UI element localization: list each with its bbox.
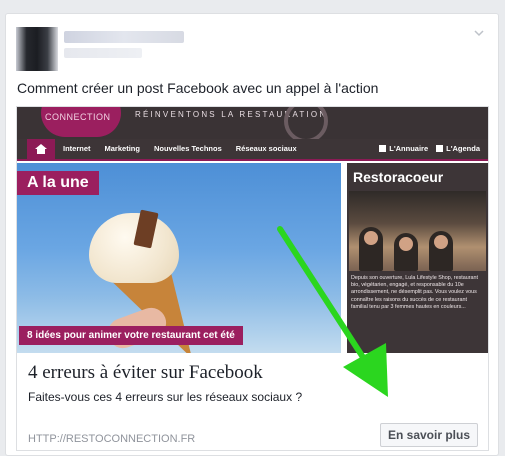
- person-figure: [429, 231, 453, 271]
- author-name-blurred[interactable]: [64, 31, 184, 43]
- link-url: HTTP://RESTOCONNECTION.FR: [28, 433, 196, 445]
- banner-decoration: [284, 107, 328, 139]
- person-figure: [394, 233, 418, 271]
- hero-image: A la une 8 idées pour animer votre resta…: [17, 163, 341, 353]
- site-logo-text: CONNECTION: [45, 112, 111, 122]
- person-figure: [359, 227, 383, 271]
- site-banner: CONNECTION RÉINVENTONS LA RESTAURATION: [17, 107, 488, 139]
- post-meta-blurred: [64, 48, 142, 58]
- square-icon: [436, 145, 444, 152]
- post-text: Comment créer un post Facebook avec un a…: [17, 80, 379, 96]
- home-icon: [27, 139, 55, 159]
- side-panel: Restoracoeur Depuis son ouverture, Lula …: [347, 163, 488, 353]
- ice-cream-scoop: [89, 213, 179, 283]
- learn-more-button[interactable]: En savoir plus: [380, 423, 478, 447]
- nav-item-agenda: L'Agenda: [436, 144, 480, 153]
- hero-caption: 8 idées pour animer votre restaurant cet…: [19, 326, 243, 345]
- nav-annuaire-label: L'Annuaire: [389, 144, 429, 153]
- site-nav: Internet Marketing Nouvelles Technos Rés…: [17, 139, 488, 161]
- hero-tag: A la une: [17, 171, 99, 195]
- square-icon: [379, 145, 387, 152]
- nav-agenda-label: L'Agenda: [446, 144, 480, 153]
- chevron-down-icon[interactable]: [472, 26, 486, 40]
- avatar[interactable]: [16, 27, 58, 71]
- link-preview[interactable]: CONNECTION RÉINVENTONS LA RESTAURATION I…: [16, 106, 489, 451]
- side-photo: [349, 191, 486, 271]
- side-title: Restoracoeur: [353, 169, 444, 185]
- side-body-text: Depuis son ouverture, Lula Lifestyle Sho…: [351, 275, 479, 310]
- nav-item-marketing: Marketing: [104, 144, 140, 153]
- nav-item-reseaux-sociaux: Réseaux sociaux: [235, 144, 297, 153]
- link-title[interactable]: 4 erreurs à éviter sur Facebook: [28, 362, 263, 384]
- facebook-post-card: Comment créer un post Facebook avec un a…: [5, 13, 499, 456]
- nav-item-internet: Internet: [63, 144, 91, 153]
- nav-item-nouvelles-technos: Nouvelles Technos: [153, 144, 222, 153]
- link-description: Faites-vous ces 4 erreurs sur les réseau…: [28, 390, 303, 404]
- nav-item-annuaire: L'Annuaire: [379, 144, 428, 153]
